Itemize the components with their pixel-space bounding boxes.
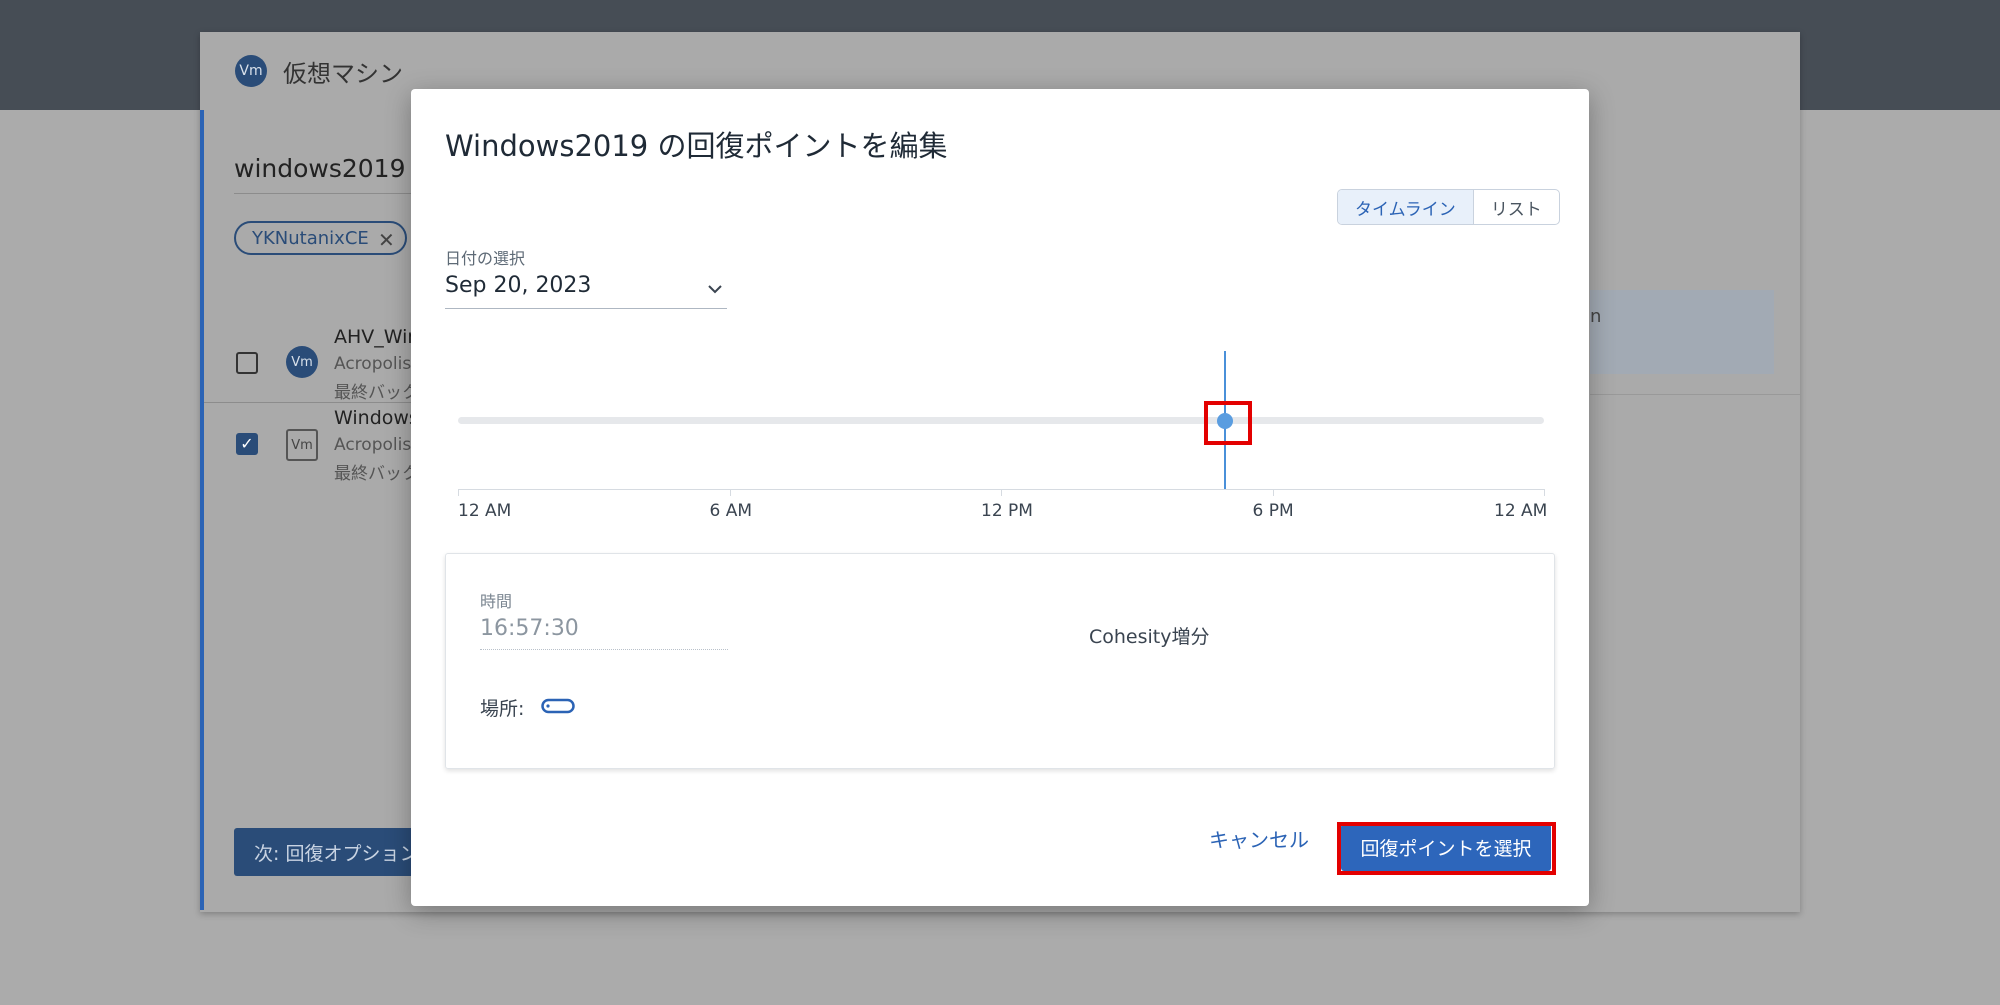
vm-row-last-backup: 最終バック: [334, 383, 419, 403]
vm-icon: Vm: [286, 346, 318, 378]
timeline-tick: [1001, 489, 1002, 496]
close-icon[interactable]: ✕: [378, 228, 395, 252]
vm-icon: Vm: [286, 429, 318, 461]
recovery-point-timeline[interactable]: 12 AM 6 AM 12 PM 6 PM 12 AM: [458, 351, 1548, 531]
filter-chip-label: YKNutanixCE: [252, 227, 369, 249]
backup-type: Cohesity増分: [1089, 626, 1210, 648]
right-panel-text: n: [1590, 306, 1602, 327]
left-accent-rail: [200, 110, 204, 910]
time-label: 時間: [480, 592, 513, 611]
location-label: 場所:: [480, 698, 525, 720]
timeline-track[interactable]: [458, 417, 1544, 424]
vm-icon: Vm: [235, 55, 267, 87]
edit-recovery-point-dialog: Windows2019 の回復ポイントを編集 タイムライン リスト 日付の選択 …: [411, 89, 1589, 906]
timeline-tick-label: 12 AM: [458, 501, 512, 521]
recovery-point-details: 時間 16:57:30 Cohesity増分 場所:: [445, 553, 1555, 769]
selected-vm-name: windows2019: [234, 154, 434, 194]
filter-chip[interactable]: YKNutanixCE ✕: [234, 221, 407, 255]
highlight-annotation-point: [1204, 401, 1253, 445]
list-view-button[interactable]: リスト: [1474, 190, 1559, 224]
pill-location-icon: [541, 698, 575, 714]
timeline-tick: [1544, 489, 1545, 496]
timeline-tick-label: 6 AM: [709, 501, 753, 521]
date-select-dropdown[interactable]: Sep 20, 2023: [445, 273, 727, 309]
timeline-tick: [1272, 489, 1274, 496]
row-checkbox-checked[interactable]: ✓: [236, 433, 258, 455]
highlight-annotation-button: [1337, 822, 1556, 875]
view-toggle: タイムライン リスト: [1337, 189, 1560, 225]
time-value: 16:57:30: [480, 616, 728, 650]
vm-row-name: Windows: [334, 407, 419, 429]
timeline-tick: [729, 489, 731, 496]
chevron-down-icon: [708, 285, 722, 294]
dialog-title: Windows2019 の回復ポイントを編集: [445, 129, 948, 163]
vm-row-name: AHV_Win: [334, 326, 420, 348]
right-info-panel: n: [1590, 290, 1774, 374]
page-title: 仮想マシン: [283, 59, 403, 88]
vm-row-source: Acropolis: [334, 435, 412, 455]
timeline-tick-label: 6 PM: [1252, 501, 1294, 521]
divider: [1590, 394, 1800, 395]
timeline-tick-label: 12 PM: [981, 501, 1033, 521]
timeline-view-button[interactable]: タイムライン: [1338, 190, 1474, 224]
row-checkbox[interactable]: [236, 352, 258, 374]
timeline-tick: [458, 489, 459, 496]
vm-row-source: Acropolis: [334, 354, 412, 374]
vm-row-last-backup: 最終バック: [334, 464, 419, 484]
next-recovery-options-button[interactable]: 次: 回復オプション: [234, 828, 434, 876]
date-value: Sep 20, 2023: [445, 273, 592, 298]
cancel-button[interactable]: キャンセル: [1195, 821, 1323, 855]
date-select-label: 日付の選択: [445, 249, 526, 268]
timeline-tick-label: 12 AM: [1494, 501, 1548, 521]
